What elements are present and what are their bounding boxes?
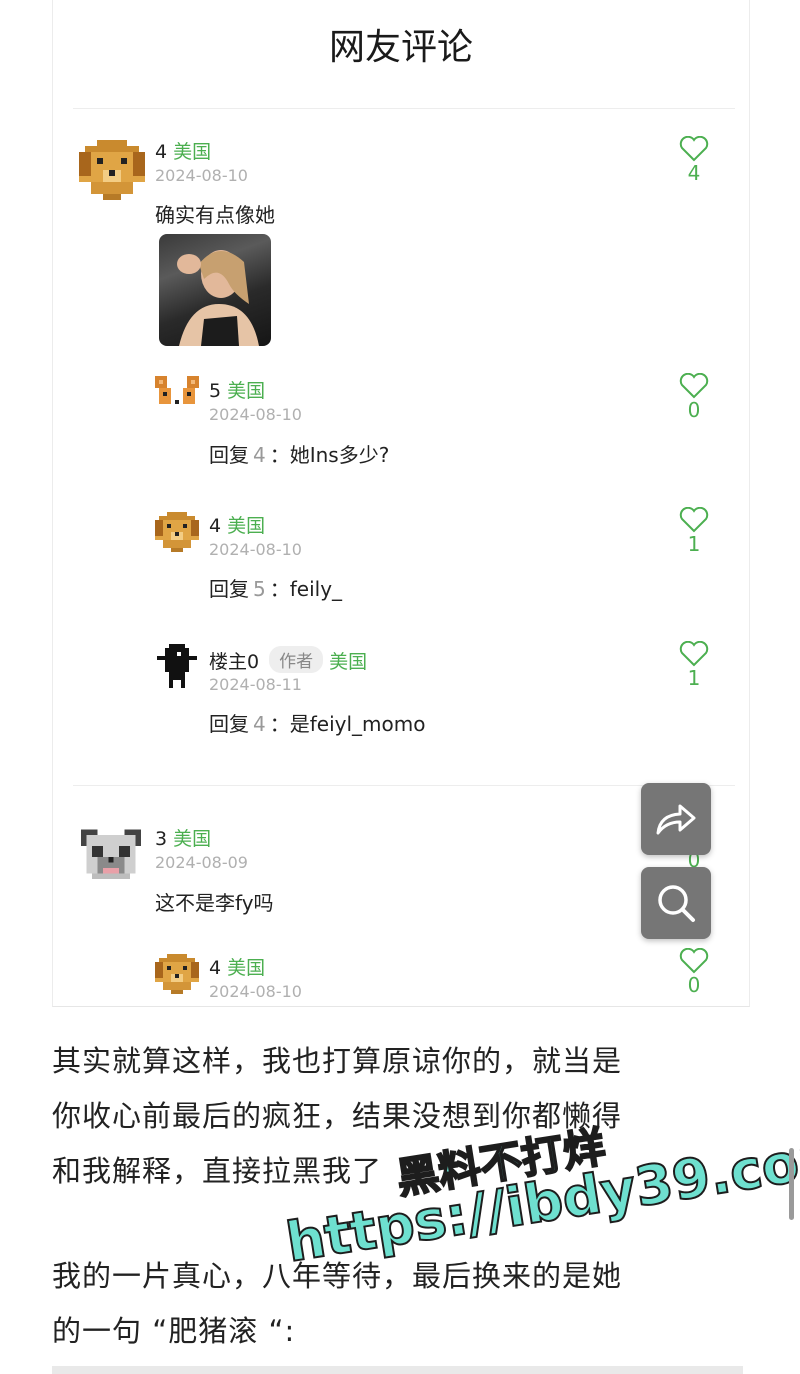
content-divider (52, 1366, 743, 1374)
reply-date: 2024-08-10 (209, 405, 302, 424)
author-badge: 作者 (269, 646, 324, 673)
photo-portrait (177, 250, 259, 346)
like-button[interactable]: 0 (678, 373, 710, 421)
like-count: 1 (687, 666, 701, 690)
section-title: 网友评论 (328, 27, 473, 68)
heart-icon (679, 136, 709, 162)
black-bird-pixel-avatar[interactable] (157, 644, 197, 688)
heart-icon (679, 641, 709, 667)
reply-text: 回复 4 ：是feiyl_momo (209, 712, 426, 736)
comment-username[interactable]: 3 美国 (155, 824, 211, 851)
comment-date: 2024-08-10 (155, 166, 248, 185)
search-icon (658, 885, 695, 922)
reply-username[interactable]: 楼主0 作者 美国 (209, 646, 367, 674)
share-button[interactable] (641, 783, 711, 855)
comment-date: 2024-08-09 (155, 853, 248, 872)
like-button[interactable]: 4 (678, 136, 710, 184)
heart-icon (679, 373, 709, 399)
like-count: 1 (687, 532, 701, 556)
reply-username[interactable]: 4 美国 (209, 511, 265, 538)
search-button[interactable] (641, 867, 711, 939)
comment-text: 这不是李fy吗 (155, 891, 274, 915)
like-button[interactable]: 1 (678, 507, 710, 555)
like-count: 4 (687, 161, 701, 185)
comment-username[interactable]: 4 美国 (155, 137, 211, 164)
heart-icon (679, 948, 709, 974)
share-icon (656, 804, 696, 835)
heart-icon (679, 507, 709, 533)
golden-dog-pixel-avatar[interactable] (155, 512, 199, 552)
reply-username[interactable]: 4 美国 (209, 953, 265, 980)
comments-card: 网友评论 4 美国 2024-08-10 确实有点像她 4 5 美国 2024-… (52, 0, 750, 1007)
golden-dog-pixel-avatar[interactable] (155, 954, 199, 994)
divider (73, 108, 735, 109)
like-count: 0 (687, 398, 701, 422)
golden-dog-pixel-avatar[interactable] (79, 140, 145, 200)
like-count: 0 (687, 973, 701, 997)
corgi-pixel-avatar[interactable] (155, 376, 199, 416)
pug-pixel-avatar[interactable] (81, 828, 141, 886)
article-line: 其实就算这样，我也打算原谅你的，就当是 (52, 1044, 623, 1078)
like-button[interactable]: 1 (678, 641, 710, 689)
like-button[interactable]: 0 (678, 948, 710, 996)
reply-date: 2024-08-10 (209, 982, 302, 1001)
comment-text: 确实有点像她 (155, 203, 275, 227)
article-line: 的一句 “肥猪滚 “: (52, 1314, 296, 1348)
article-line: 和我解释，直接拉黑我了 (52, 1154, 383, 1188)
divider (73, 785, 735, 786)
reply-date: 2024-08-11 (209, 675, 302, 694)
reply-username[interactable]: 5 美国 (209, 376, 265, 403)
reply-date: 2024-08-10 (209, 540, 302, 559)
scrollbar[interactable] (789, 1148, 794, 1220)
reply-text: 回复 5 ：feily_ (209, 577, 343, 601)
comment-photo[interactable] (159, 234, 271, 346)
reply-text: 回复 4 ：她Ins多少? (209, 443, 390, 467)
